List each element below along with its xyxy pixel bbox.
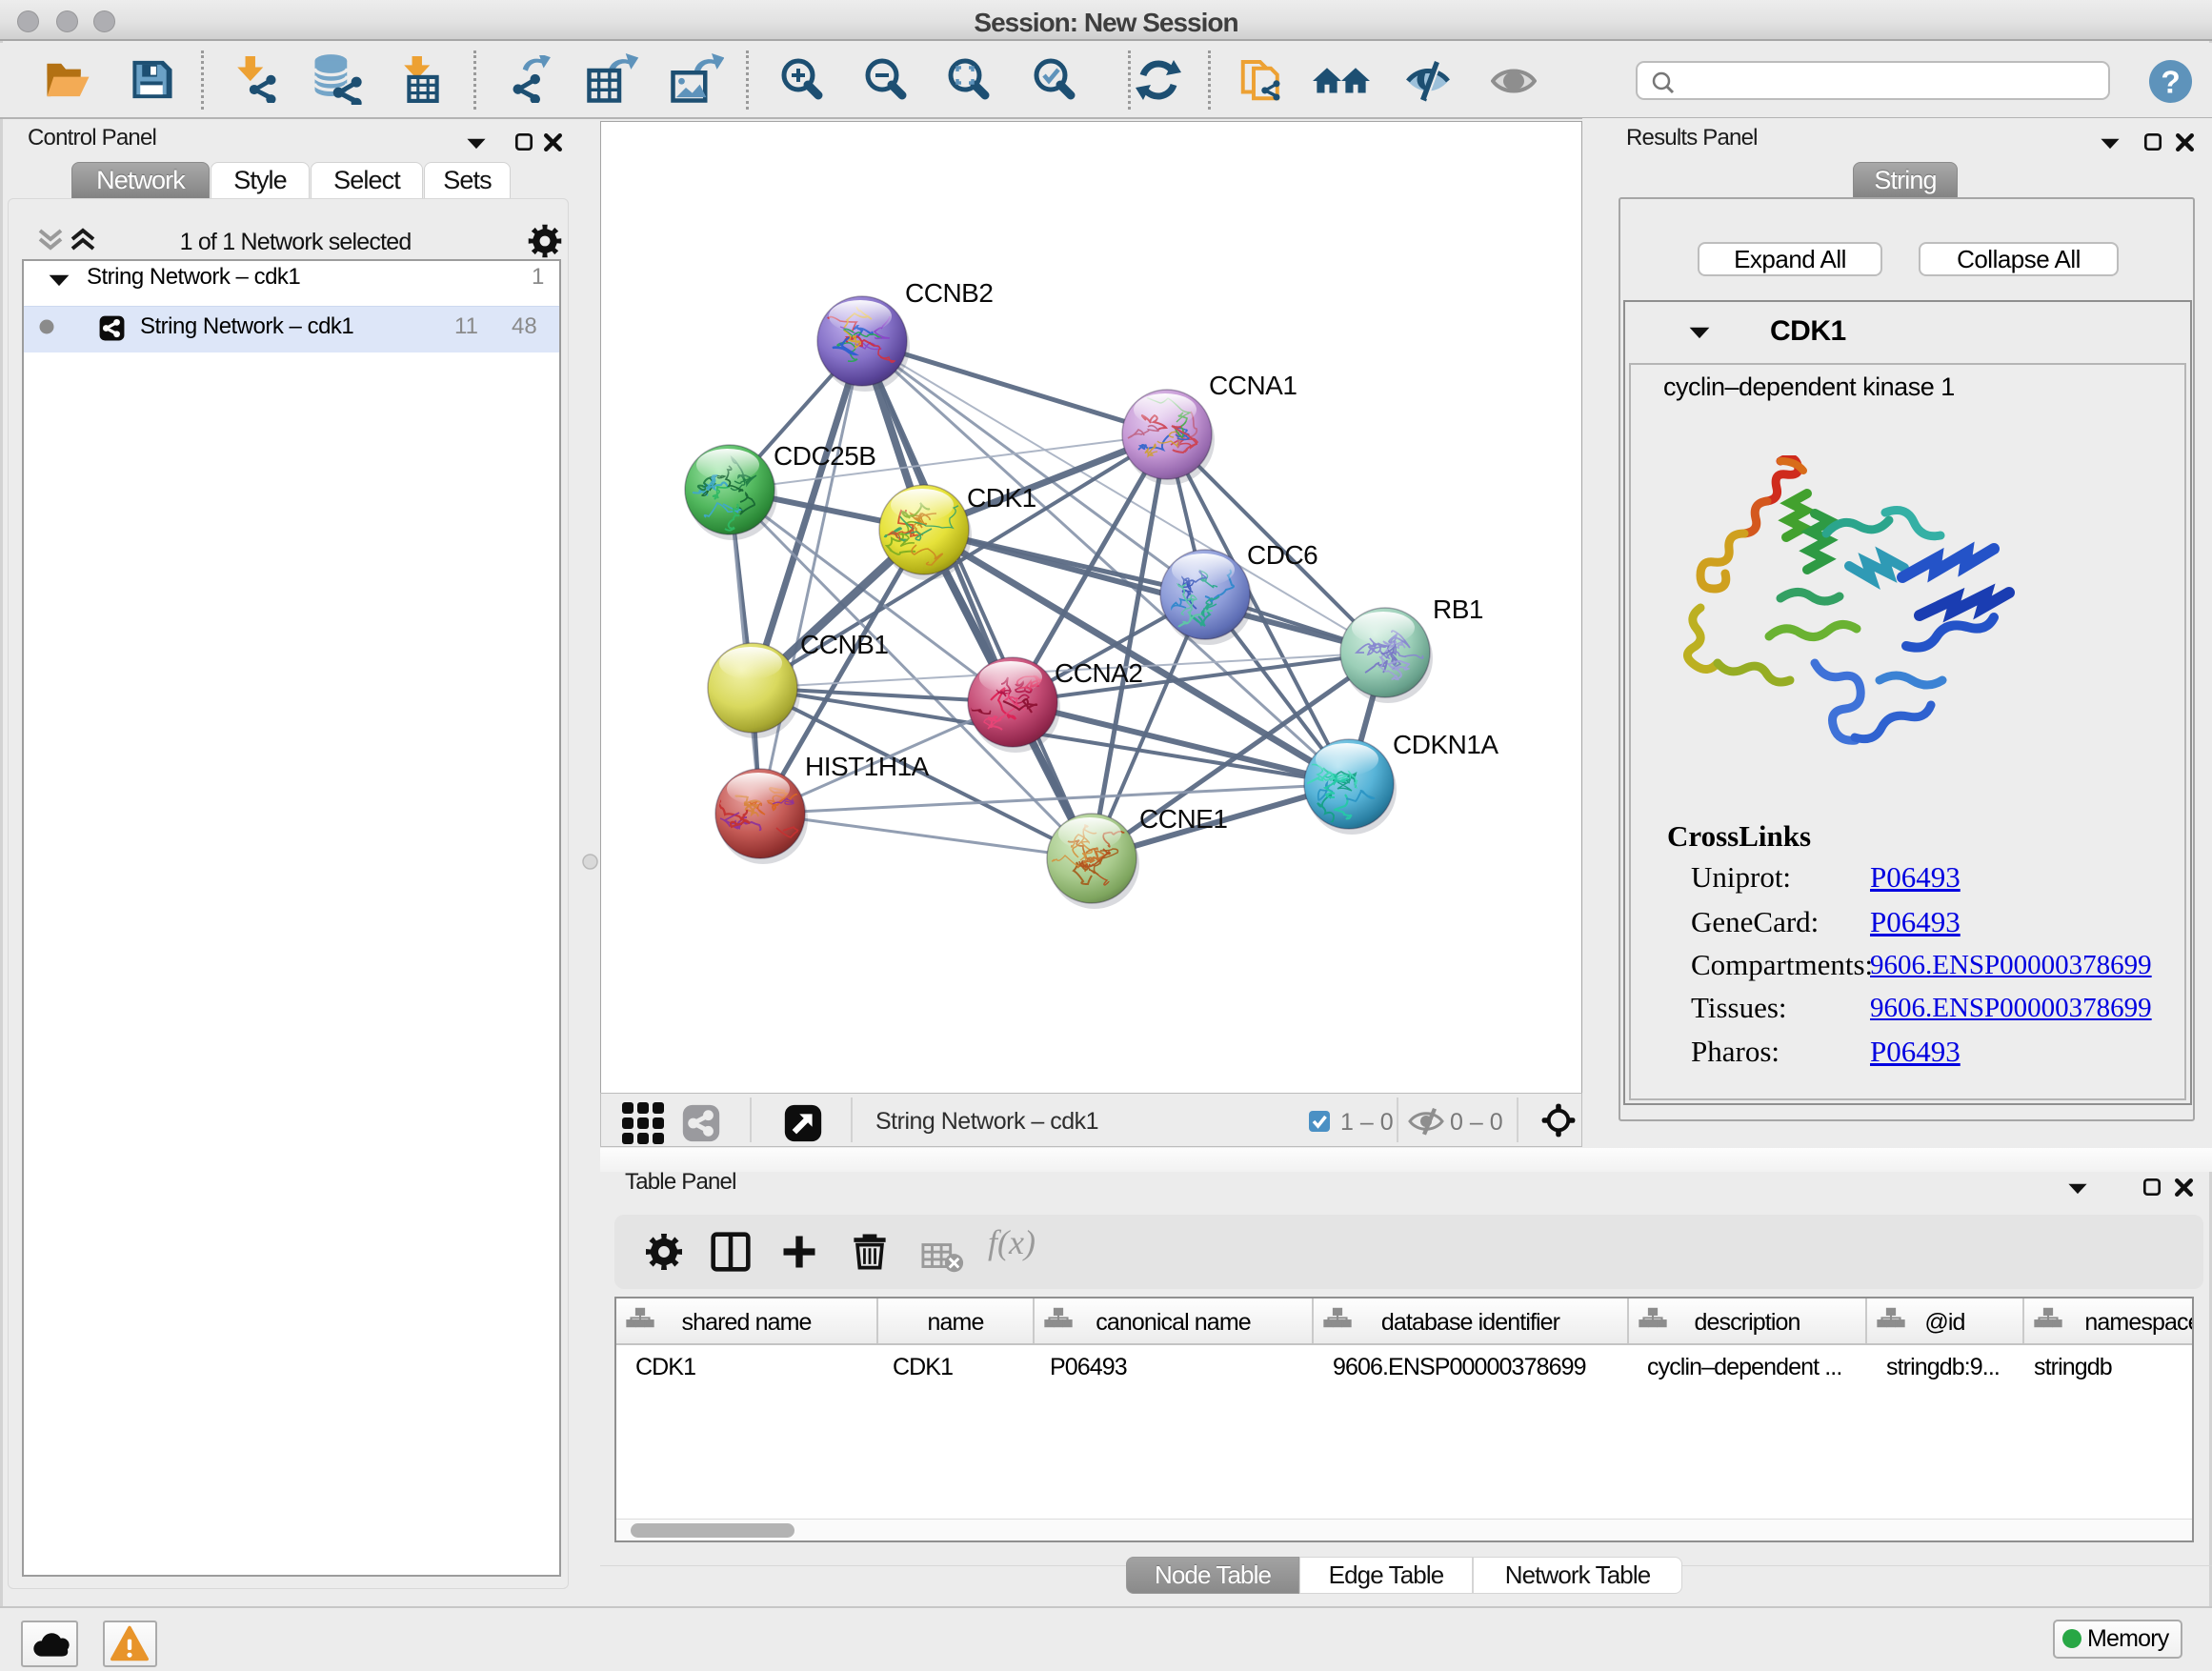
svg-text:CCNB2: CCNB2 xyxy=(905,278,993,308)
svg-text:CDC25B: CDC25B xyxy=(774,441,875,471)
svg-text:HIST1H1A: HIST1H1A xyxy=(805,752,930,781)
svg-text:CCNA1: CCNA1 xyxy=(1209,371,1297,400)
svg-text:RB1: RB1 xyxy=(1433,594,1483,624)
svg-text:CCNA2: CCNA2 xyxy=(1055,658,1142,688)
svg-text:CDKN1A: CDKN1A xyxy=(1393,730,1498,759)
svg-text:CCNB1: CCNB1 xyxy=(800,630,888,659)
svg-text:CDK1: CDK1 xyxy=(967,483,1036,513)
svg-text:CDC6: CDC6 xyxy=(1247,540,1317,570)
svg-text:CCNE1: CCNE1 xyxy=(1139,804,1227,834)
svg-text:?: ? xyxy=(2161,65,2180,100)
